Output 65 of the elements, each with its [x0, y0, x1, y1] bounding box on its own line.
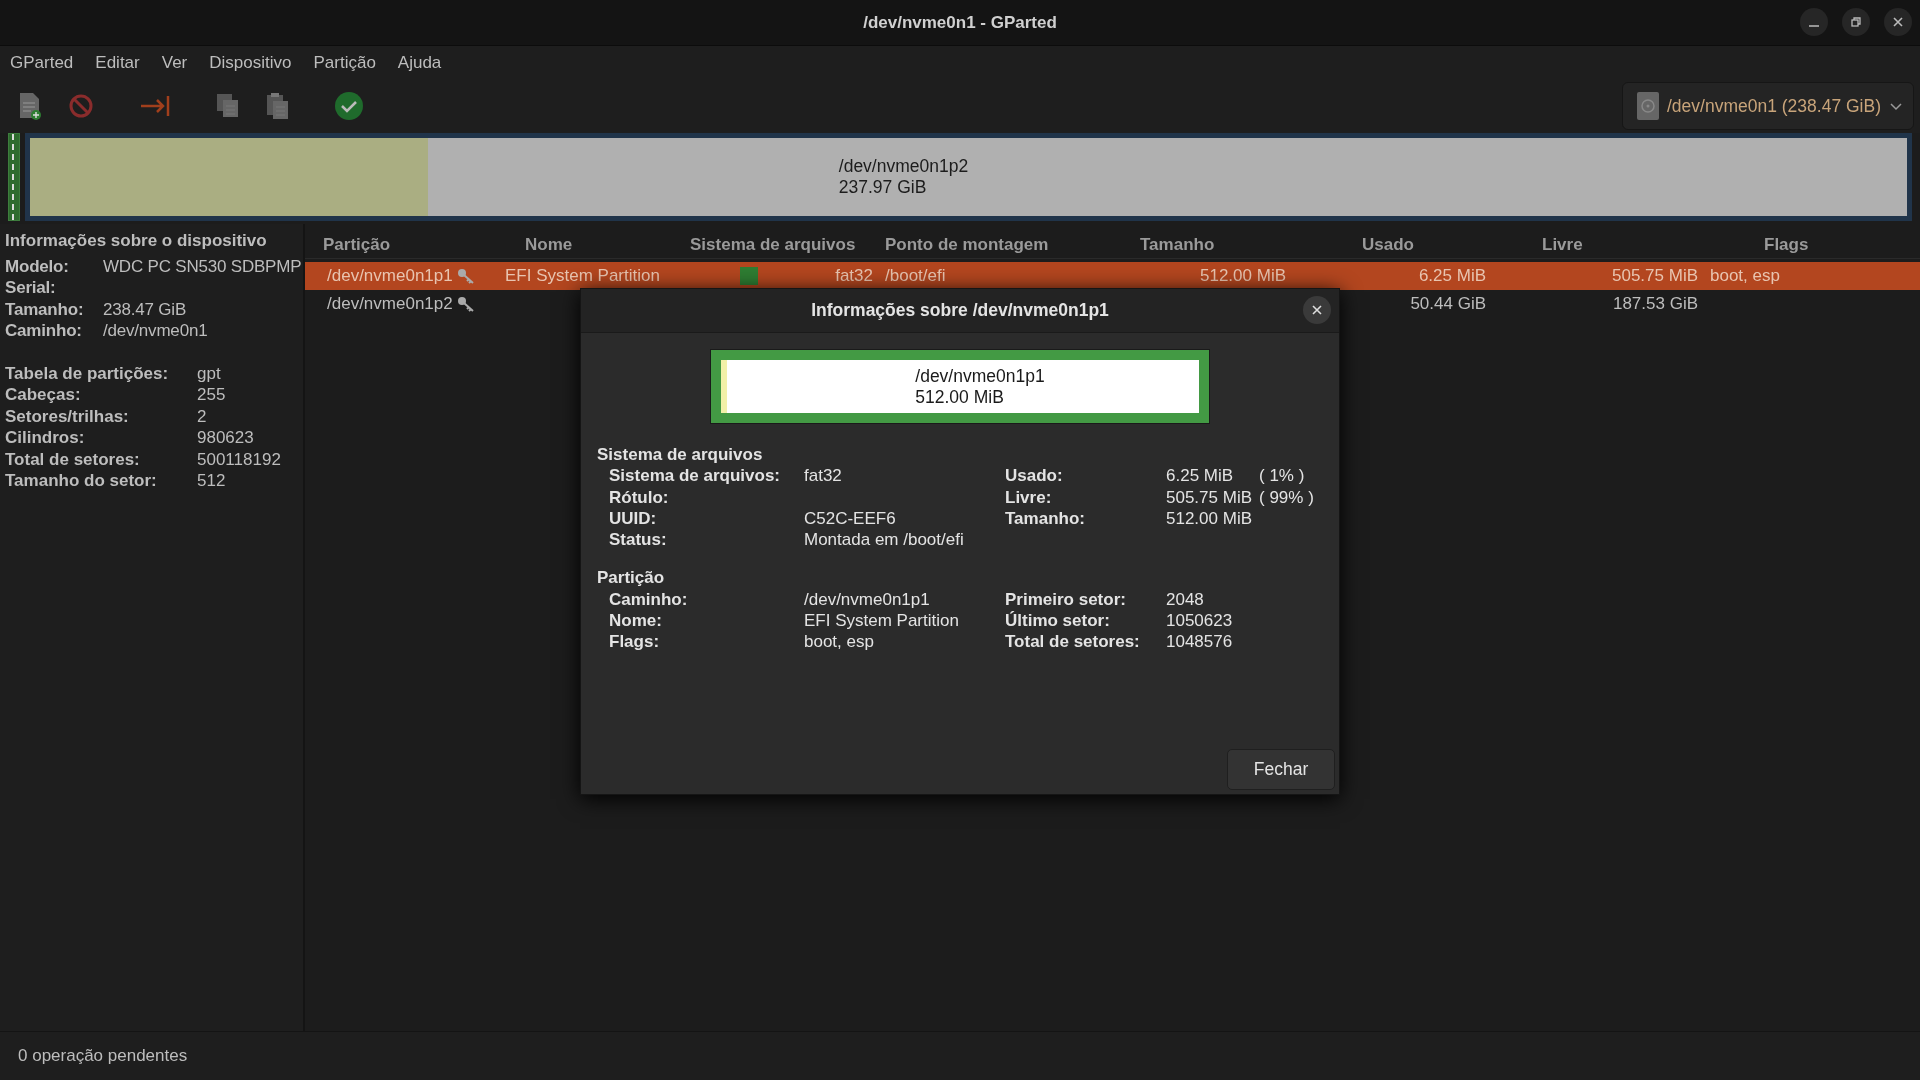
table-cell: 50.44 GiB: [1410, 294, 1486, 314]
field-label: UUID:: [609, 507, 658, 530]
partition-label: /dev/nvme0n1p2 237.97 GiB: [838, 156, 969, 198]
field-label: Último setor:: [1005, 610, 1111, 632]
dialog-title: Informações sobre /dev/nvme0n1p1: [811, 299, 1109, 322]
table-cell: 6.25 MiB: [1418, 266, 1486, 286]
field-value: 6.25 MiB: [1166, 465, 1235, 487]
table-cell: /dev/nvme0n1p1: [327, 266, 453, 286]
table-cell: fat32: [835, 266, 873, 286]
status-text: 0 operação pendentes: [18, 1046, 188, 1066]
field-label: Setores/trilhas:: [5, 405, 130, 427]
field-label: Modelo:: [5, 255, 70, 277]
field-value: 1048576: [1166, 631, 1234, 653]
field-value: C52C-EEF6: [804, 507, 897, 530]
field-label: Sistema de arquivos:: [609, 465, 781, 487]
table-cell: 505.75 MiB: [1612, 266, 1698, 286]
field-label: Nome:: [609, 610, 663, 632]
table-cell: 512.00 MiB: [1200, 266, 1286, 286]
field-value: 2: [197, 405, 208, 427]
field-value: 255: [197, 384, 227, 406]
field-label: Total de setores:: [5, 448, 141, 470]
field-value: gpt: [197, 362, 222, 384]
field-label: Total de setores:: [1005, 631, 1141, 653]
field-value: 512: [197, 470, 227, 492]
field-label: Cilindros:: [5, 427, 86, 449]
field-value: 505.75 MiB: [1166, 486, 1253, 508]
percent-value: ( 1% ): [1259, 465, 1306, 487]
field-value: boot, esp: [804, 631, 875, 653]
field-value: Montada em /boot/efi: [804, 529, 965, 551]
panel-title: Informações sobre o dispositivo: [5, 230, 268, 252]
field-label: Status:: [609, 529, 668, 551]
field-label: Cabeças:: [5, 384, 82, 406]
field-label: Livre:: [1005, 486, 1053, 508]
field-label: Flags:: [609, 631, 661, 653]
partition-label: /dev/nvme0n1p1 512.00 MiB: [915, 365, 1045, 408]
field-value: /dev/nvme0n1p1: [804, 588, 931, 611]
table-cell: EFI System Partition: [505, 266, 660, 286]
table-cell: /boot/efi: [885, 266, 946, 286]
field-label: Tabela de partições:: [5, 362, 170, 384]
field-value: 980623: [197, 427, 255, 449]
field-value: 2048: [1166, 588, 1205, 611]
field-value: WDC PC SN530 SDBPMP: [103, 255, 303, 277]
field-label: Usado:: [1005, 465, 1064, 487]
field-value: EFI System Partition: [804, 610, 960, 632]
field-value: fat32: [804, 465, 843, 487]
field-label: Rótulo:: [609, 486, 670, 508]
field-value: 512.00 MiB: [1166, 507, 1253, 530]
table-cell: 187.53 GiB: [1612, 294, 1698, 314]
section-title: Partição: [597, 567, 666, 589]
field-value: /dev/nvme0n1: [103, 320, 209, 342]
field-value: 1050623: [1166, 610, 1234, 632]
field-label: Caminho:: [609, 588, 689, 611]
field-label: Tamanho:: [5, 298, 85, 320]
table-cell: boot, esp: [1710, 266, 1780, 286]
field-value: 500118192: [197, 448, 282, 470]
field-label: Serial:: [5, 277, 57, 299]
field-label: Tamanho:: [1005, 507, 1086, 530]
percent-value: ( 99% ): [1259, 486, 1315, 508]
field-label: Tamanho do setor:: [5, 470, 158, 492]
window-title: /dev/nvme0n1 - GParted: [863, 12, 1057, 33]
section-title: Sistema de arquivos: [597, 444, 764, 466]
table-cell: /dev/nvme0n1p2: [327, 294, 453, 314]
field-label: Caminho:: [5, 320, 83, 342]
field-label: Primeiro setor:: [1005, 588, 1127, 611]
field-value: 238.47 GiB: [103, 298, 188, 320]
